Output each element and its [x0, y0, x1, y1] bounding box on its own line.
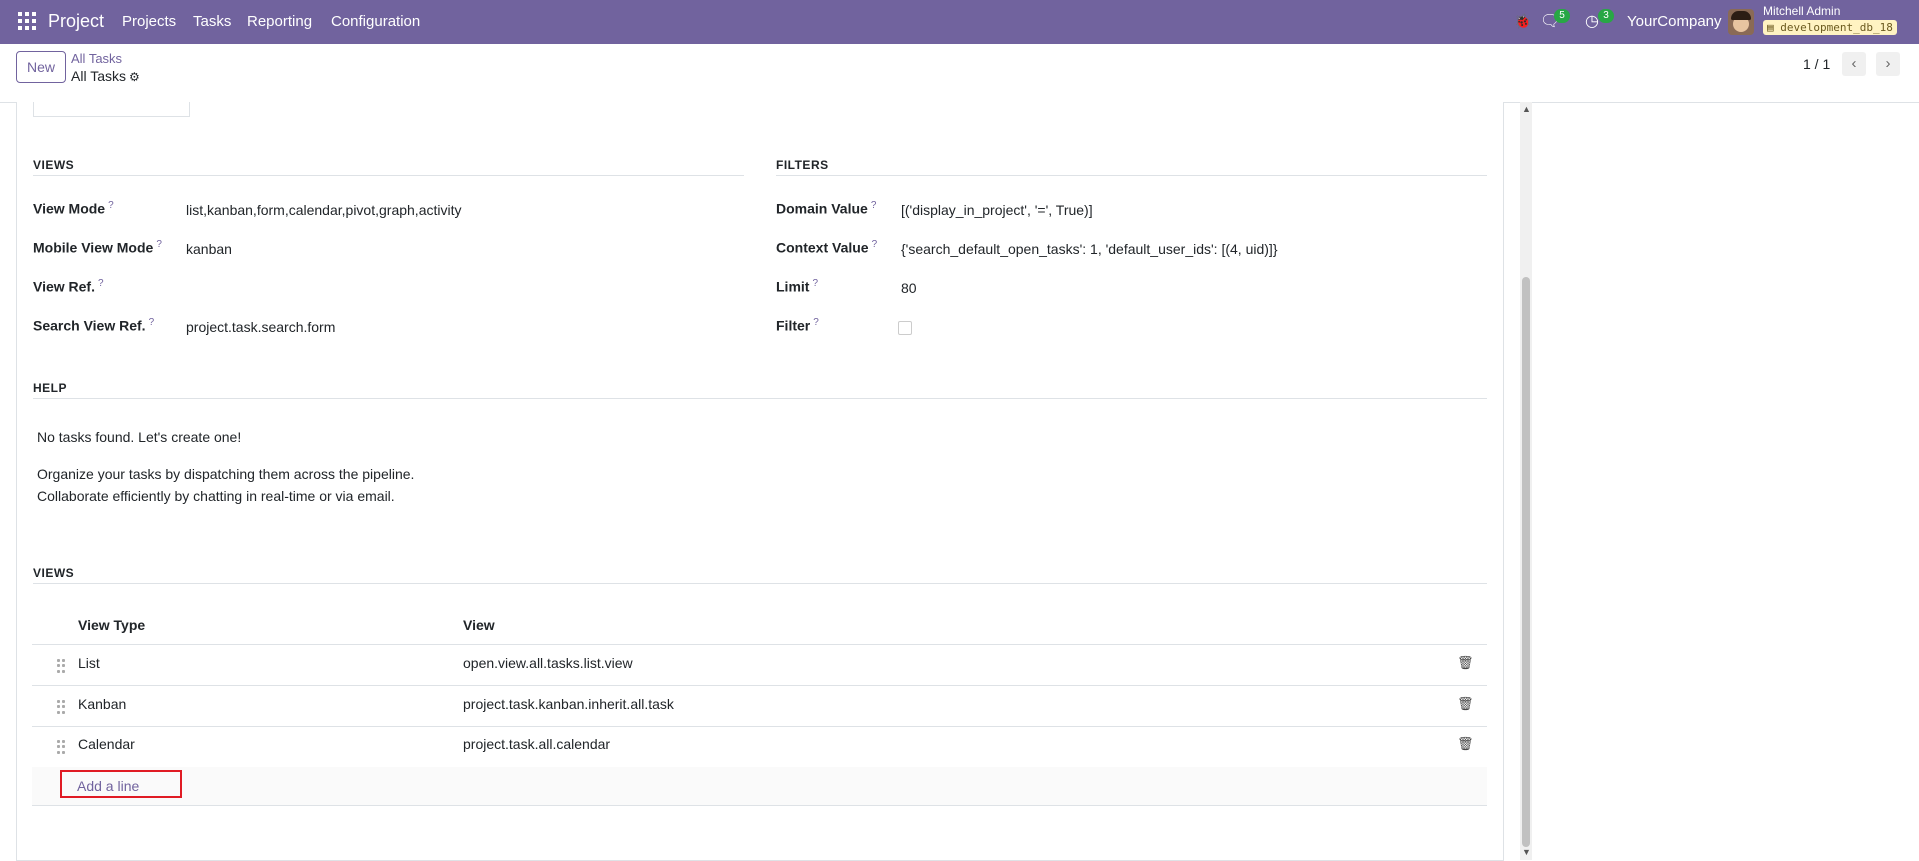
- drag-handle-icon[interactable]: [57, 740, 65, 754]
- column-header-view-type[interactable]: View Type: [78, 617, 145, 633]
- table-row-view[interactable]: project.task.kanban.inherit.all.task: [463, 696, 674, 712]
- pager-value[interactable]: 1 / 1: [1803, 56, 1830, 72]
- trash-icon[interactable]: 🗑: [1457, 655, 1474, 671]
- table-row-view-type[interactable]: List: [78, 655, 100, 671]
- mobile-view-mode-field[interactable]: kanban: [186, 241, 232, 257]
- column-header-view[interactable]: View: [463, 617, 495, 633]
- filters-divider: [776, 175, 1487, 176]
- form-scrollbar[interactable]: ▲ ▼: [1520, 102, 1532, 860]
- views-table-divider: [33, 583, 1487, 584]
- domain-value-field[interactable]: [('display_in_project', '=', True)]: [901, 202, 1093, 218]
- mobile-view-mode-label: Mobile View Mode?: [33, 239, 162, 256]
- pager-previous-button[interactable]: ‹: [1842, 52, 1866, 76]
- domain-value-label: Domain Value?: [776, 200, 877, 217]
- view-ref-field[interactable]: [186, 280, 686, 298]
- filter-checkbox[interactable]: [898, 321, 912, 335]
- view-mode-field[interactable]: list,kanban,form,calendar,pivot,graph,ac…: [186, 202, 461, 218]
- menu-projects[interactable]: Projects: [122, 13, 176, 30]
- add-a-line-button[interactable]: Add a line: [60, 770, 182, 798]
- trash-icon[interactable]: 🗑: [1457, 696, 1474, 712]
- table-footer-divider: [32, 805, 1487, 806]
- gear-icon[interactable]: ⚙: [129, 70, 140, 84]
- user-name[interactable]: Mitchell Admin: [1763, 4, 1840, 18]
- help-body-line-1[interactable]: Organize your tasks by dispatching them …: [37, 463, 414, 485]
- limit-label: Limit?: [776, 278, 819, 295]
- filter-label: Filter?: [776, 317, 819, 334]
- filters-section-title: FILTERS: [776, 158, 829, 172]
- database-name: development_db_18: [1780, 21, 1893, 34]
- menu-reporting[interactable]: Reporting: [247, 13, 312, 30]
- add-line-row: [32, 767, 1487, 805]
- activity-count-badge: 3: [1598, 9, 1614, 23]
- clock-icon[interactable]: ◷: [1585, 11, 1599, 31]
- help-heading-text[interactable]: No tasks found. Let's create one!: [37, 426, 241, 448]
- database-badge: ▤ development_db_18: [1763, 20, 1897, 35]
- scroll-thumb[interactable]: [1522, 277, 1530, 847]
- search-view-ref-label: Search View Ref.?: [33, 317, 155, 334]
- context-value-field[interactable]: {'search_default_open_tasks': 1, 'defaul…: [901, 241, 1278, 257]
- chat-count-badge: 5: [1554, 9, 1570, 23]
- new-button[interactable]: New: [16, 51, 66, 83]
- breadcrumb-current-label: All Tasks: [71, 68, 126, 84]
- bug-icon[interactable]: 🐞: [1514, 13, 1531, 30]
- search-view-ref-field[interactable]: project.task.search.form: [186, 319, 335, 335]
- avatar[interactable]: [1728, 9, 1754, 35]
- help-divider: [33, 398, 1487, 399]
- menu-configuration[interactable]: Configuration: [331, 13, 420, 30]
- database-icon: ▤: [1767, 21, 1774, 34]
- help-body-line-2[interactable]: Collaborate efficiently by chatting in r…: [37, 485, 395, 507]
- apps-grid-icon[interactable]: [18, 12, 36, 30]
- top-navbar: Project Projects Tasks Reporting Configu…: [0, 0, 1919, 44]
- table-header-divider: [32, 644, 1487, 645]
- views-divider: [33, 175, 744, 176]
- table-row-divider: [32, 685, 1487, 686]
- menu-tasks[interactable]: Tasks: [193, 13, 231, 30]
- app-brand[interactable]: Project: [48, 11, 104, 32]
- table-row-divider: [32, 726, 1487, 727]
- limit-field[interactable]: 80: [901, 280, 917, 296]
- views-table-section-title: VIEWS: [33, 566, 75, 580]
- table-row-view-type[interactable]: Calendar: [78, 736, 135, 752]
- help-section-title: HELP: [33, 381, 68, 395]
- table-row-view[interactable]: project.task.all.calendar: [463, 736, 610, 752]
- drag-handle-icon[interactable]: [57, 659, 65, 673]
- context-value-label: Context Value?: [776, 239, 878, 256]
- company-switcher[interactable]: YourCompany: [1627, 13, 1722, 30]
- control-panel: New All Tasks All Tasks ⚙ 1 / 1 ‹ ›: [0, 44, 1919, 103]
- drag-handle-icon[interactable]: [57, 700, 65, 714]
- view-mode-label: View Mode?: [33, 200, 114, 217]
- table-row-view-type[interactable]: Kanban: [78, 696, 126, 712]
- pager-next-button[interactable]: ›: [1876, 52, 1900, 76]
- scroll-up-icon[interactable]: ▲: [1522, 104, 1531, 114]
- notebook-tab-active[interactable]: [33, 102, 190, 117]
- trash-icon[interactable]: 🗑: [1457, 736, 1474, 752]
- breadcrumb-parent[interactable]: All Tasks: [71, 51, 122, 66]
- views-section-title: VIEWS: [33, 158, 75, 172]
- view-ref-label: View Ref.?: [33, 278, 104, 295]
- breadcrumb-current: All Tasks ⚙: [71, 68, 140, 84]
- table-row-view[interactable]: open.view.all.tasks.list.view: [463, 655, 633, 671]
- scroll-down-icon[interactable]: ▼: [1522, 847, 1531, 857]
